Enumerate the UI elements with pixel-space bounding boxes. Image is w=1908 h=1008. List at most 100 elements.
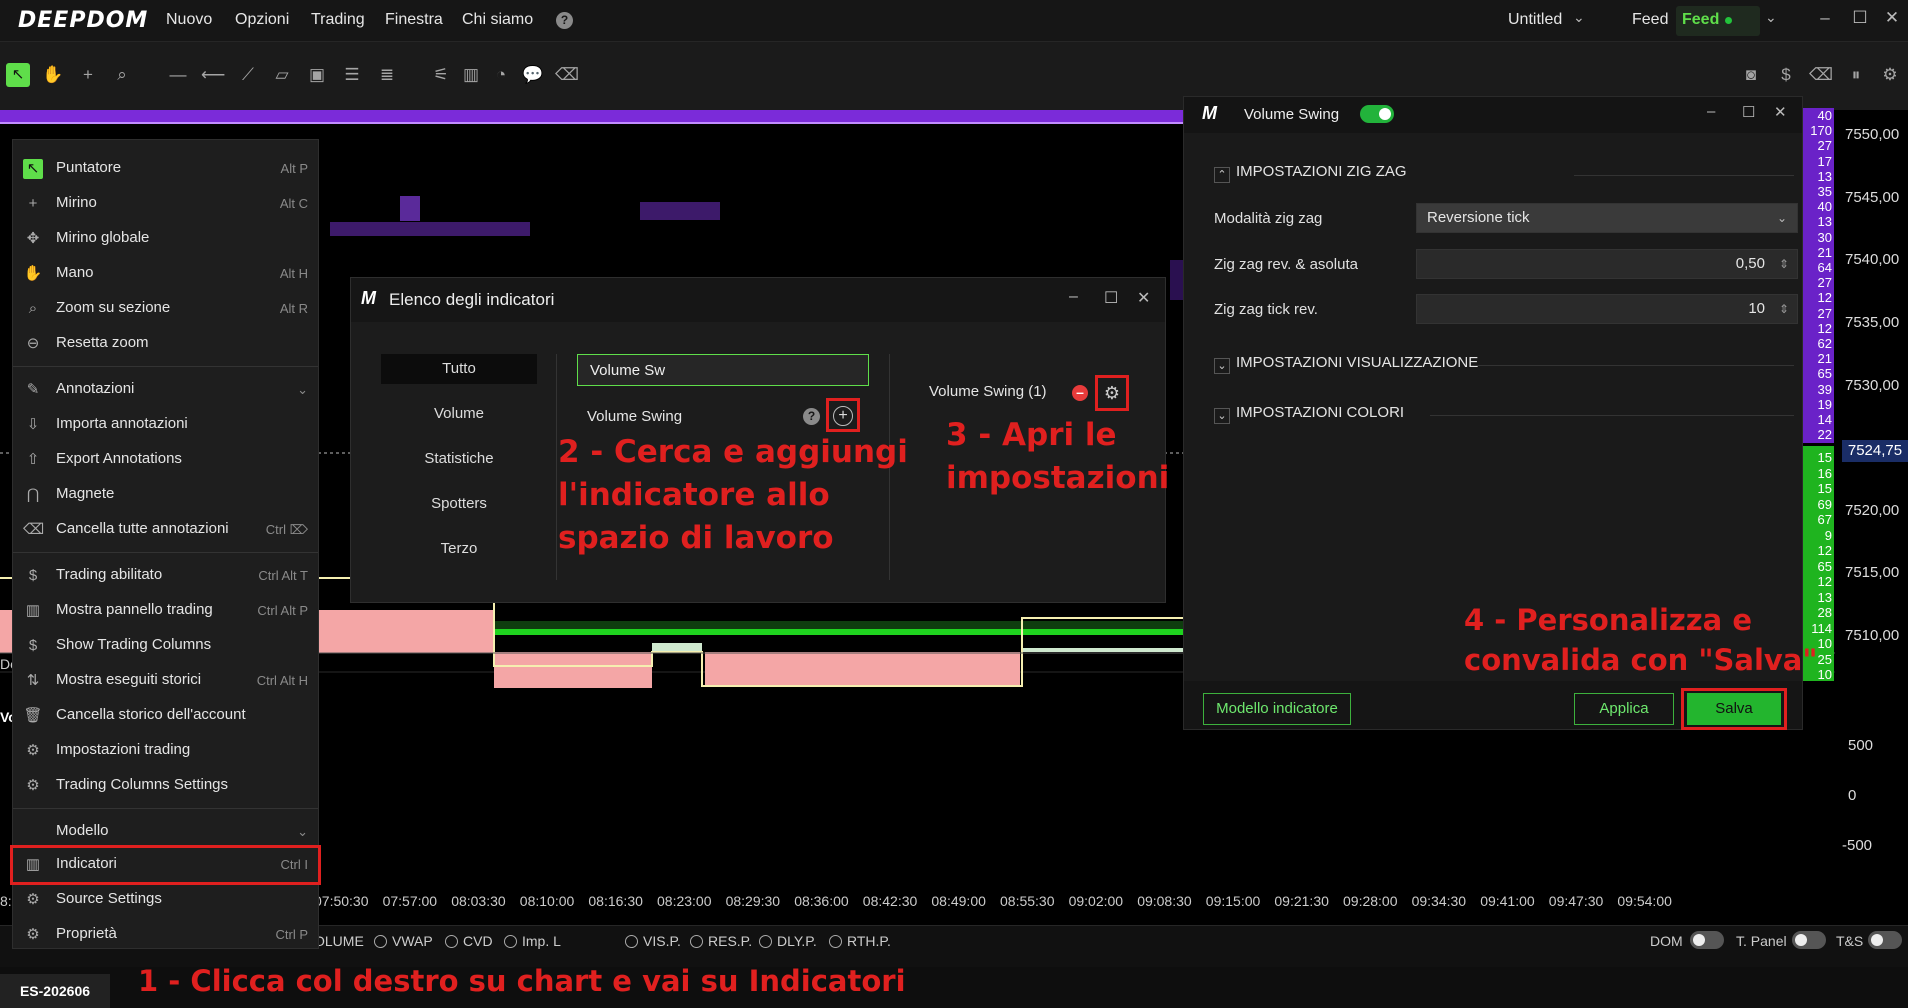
indicator-model-button[interactable]: Modello indicatore xyxy=(1203,693,1351,725)
zigzag-tick-input[interactable]: 10 ⇕ xyxy=(1416,294,1798,324)
opt-rth-p[interactable]: RTH.P. xyxy=(829,933,891,949)
ctx-item-resetta-zoom[interactable]: ⊖ Resetta zoom xyxy=(13,328,318,360)
dom-toggle[interactable] xyxy=(1690,931,1724,949)
swing-bar-2 xyxy=(494,652,652,688)
annotation-step-3-line: impostazioni xyxy=(946,460,1170,496)
pointer-tool-icon[interactable]: ↖ xyxy=(6,63,30,87)
stepper-icon[interactable]: ⇕ xyxy=(1779,295,1789,323)
ctx-item-mirino[interactable]: + Mirino Alt C xyxy=(13,188,318,220)
workspace-name[interactable]: Untitled xyxy=(1508,11,1562,29)
hand-tool-icon[interactable]: ✋ xyxy=(41,63,65,87)
ctx-label: Export Annotations xyxy=(56,450,182,467)
ctx-item-columns-settings[interactable]: ⚙ Trading Columns Settings xyxy=(13,770,318,802)
ctx-item-proprieta[interactable]: ⚙ Proprietà Ctrl P xyxy=(13,919,318,951)
time-label: 09:34:30 xyxy=(1411,893,1467,909)
crosshair-tool-icon[interactable]: + xyxy=(76,63,100,87)
menu-finestra[interactable]: Finestra xyxy=(385,11,443,29)
ctx-item-export-annotations[interactable]: ⇧ Export Annotations xyxy=(13,444,318,476)
ctx-item-trading-columns[interactable]: $ Show Trading Columns xyxy=(13,630,318,662)
minimize-icon[interactable]: – xyxy=(1814,8,1836,28)
trendline-tool-icon[interactable]: ⟋ xyxy=(236,63,260,87)
menu-opzioni[interactable]: Opzioni xyxy=(235,11,289,29)
timer-icon[interactable]: ◔ xyxy=(489,63,513,87)
indicator-search-input[interactable] xyxy=(577,354,869,386)
ctx-item-pannello-trading[interactable]: ▥ Mostra pannello trading Ctrl Alt P xyxy=(13,595,318,627)
zigzag-rev-input[interactable]: 0,50 ⇕ xyxy=(1416,249,1798,279)
workspace-chevron-down-icon[interactable]: ⌄ xyxy=(1573,9,1585,26)
rectangle-tool-icon[interactable]: ▣ xyxy=(305,63,329,87)
indicators-icon[interactable]: ▥ xyxy=(459,63,483,87)
added-indicator-name: Volume Swing (1) xyxy=(929,383,1047,400)
maximize-icon[interactable]: ☐ xyxy=(1849,8,1871,28)
ctx-item-trading-abilitato[interactable]: $ Trading abilitato Ctrl Alt T xyxy=(13,560,318,592)
category-terzo[interactable]: Terzo xyxy=(381,534,537,564)
section-colors-header[interactable]: ⌄ IMPOSTAZIONI COLORI xyxy=(1214,404,1404,428)
settings-maximize-icon[interactable]: ☐ xyxy=(1742,103,1755,121)
opt-res-p[interactable]: RES.P. xyxy=(690,933,752,949)
pause-icon[interactable]: ⏸ xyxy=(1844,63,1868,87)
stepper-icon[interactable]: ⇕ xyxy=(1779,250,1789,278)
hline-tool-icon[interactable]: — xyxy=(166,63,190,87)
zigzag-mode-select[interactable]: Reversione tick ⌄ xyxy=(1416,203,1798,233)
opt-vwap[interactable]: VWAP xyxy=(374,933,433,949)
category-statistiche[interactable]: Statistiche xyxy=(381,444,537,474)
dollar-icon[interactable]: $ xyxy=(1774,63,1798,87)
ctx-item-annotazioni[interactable]: ✎ Annotazioni ⌄ xyxy=(13,374,318,406)
ctx-item-eseguiti-storici[interactable]: ⇅ Mostra eseguiti storici Ctrl Alt H xyxy=(13,665,318,697)
ctx-item-puntatore[interactable]: ↖ Puntatore Alt P xyxy=(13,153,318,185)
camera-icon[interactable]: ◙ xyxy=(1739,63,1763,87)
category-volume[interactable]: Volume xyxy=(381,399,537,429)
opt-vis-p[interactable]: VIS.P. xyxy=(625,933,681,949)
ctx-shortcut: Alt P xyxy=(280,161,308,176)
opt-volume[interactable]: OLUME xyxy=(314,933,364,949)
volume-value: 69 xyxy=(1817,496,1832,512)
lines-tool-icon[interactable]: ☰ xyxy=(340,63,364,87)
comment-icon[interactable]: 💬 xyxy=(521,63,545,87)
ruler-tool-icon[interactable]: ▱ xyxy=(270,63,294,87)
apply-button[interactable]: Applica xyxy=(1574,693,1674,725)
dialog-maximize-icon[interactable]: ☐ xyxy=(1104,288,1118,308)
ctx-item-importa-annotazioni[interactable]: ⇩ Importa annotazioni xyxy=(13,409,318,441)
menu-chi-siamo[interactable]: Chi siamo xyxy=(462,11,533,29)
ctx-item-zoom-sezione[interactable]: ⌕ Zoom su sezione Alt R xyxy=(13,293,318,325)
opt-cvd[interactable]: CVD xyxy=(445,933,493,949)
opt-imp-l[interactable]: Imp. L xyxy=(504,933,561,949)
ctx-item-cancella-annotazioni[interactable]: ⌫ Cancella tutte annotazioni Ctrl ⌦ xyxy=(13,514,318,546)
settings-minimize-icon[interactable]: – xyxy=(1707,103,1715,120)
remove-indicator-icon[interactable]: – xyxy=(1072,385,1088,401)
feed-chevron-down-icon[interactable]: ⌄ xyxy=(1765,9,1777,26)
ctx-item-source-settings[interactable]: ⚙ Source Settings xyxy=(13,884,318,916)
settings-close-icon[interactable]: ✕ xyxy=(1774,103,1787,121)
ctx-item-mirino-globale[interactable]: ✥ Mirino globale xyxy=(13,223,318,255)
dialog-minimize-icon[interactable]: – xyxy=(1069,288,1078,306)
eraser-all-icon[interactable]: ⌫ xyxy=(1809,63,1833,87)
menu-nuovo[interactable]: Nuovo xyxy=(166,11,212,29)
zoom-tool-icon[interactable]: ⌕ xyxy=(110,63,134,87)
ctx-item-impostazioni-trading[interactable]: ⚙ Impostazioni trading xyxy=(13,735,318,767)
info-icon[interactable]: ? xyxy=(803,408,820,425)
close-icon[interactable]: ✕ xyxy=(1881,8,1903,28)
tpanel-toggle[interactable] xyxy=(1792,931,1826,949)
ray-tool-icon[interactable]: ⟵ xyxy=(201,63,225,87)
settings-sliders-icon[interactable]: ⚟ xyxy=(429,63,453,87)
ctx-item-mano[interactable]: ✋ Mano Alt H xyxy=(13,258,318,290)
opt-dly-p[interactable]: DLY.P. xyxy=(759,933,817,949)
ctx-item-modello[interactable]: Modello ⌄ xyxy=(13,816,318,848)
section-vis-header[interactable]: ⌄ IMPOSTAZIONI VISUALIZZAZIONE xyxy=(1214,354,1478,378)
fib-tool-icon[interactable]: ≣ xyxy=(375,63,399,87)
radio-icon xyxy=(374,935,387,948)
category-tutto[interactable]: Tutto xyxy=(381,354,537,384)
ts-toggle[interactable] xyxy=(1868,931,1902,949)
dialog-close-icon[interactable]: ✕ xyxy=(1137,288,1150,308)
ctx-label: Mirino xyxy=(56,194,97,211)
gear-icon[interactable]: ⚙ xyxy=(1878,63,1902,87)
symbol-tab[interactable]: ES-202606 xyxy=(0,974,110,1008)
menu-trading[interactable]: Trading xyxy=(311,11,365,29)
indicator-enabled-toggle[interactable] xyxy=(1360,105,1394,123)
section-zigzag-header[interactable]: ⌃ IMPOSTAZIONI ZIG ZAG xyxy=(1214,163,1407,187)
eraser-icon[interactable]: ⌫ xyxy=(555,63,579,87)
help-icon[interactable]: ? xyxy=(556,12,573,29)
ctx-item-magnete[interactable]: ⋂ Magnete xyxy=(13,479,318,511)
category-spotters[interactable]: Spotters xyxy=(381,489,537,519)
ctx-item-cancella-storico[interactable]: 🗑 Cancella storico dell'account xyxy=(13,700,318,732)
